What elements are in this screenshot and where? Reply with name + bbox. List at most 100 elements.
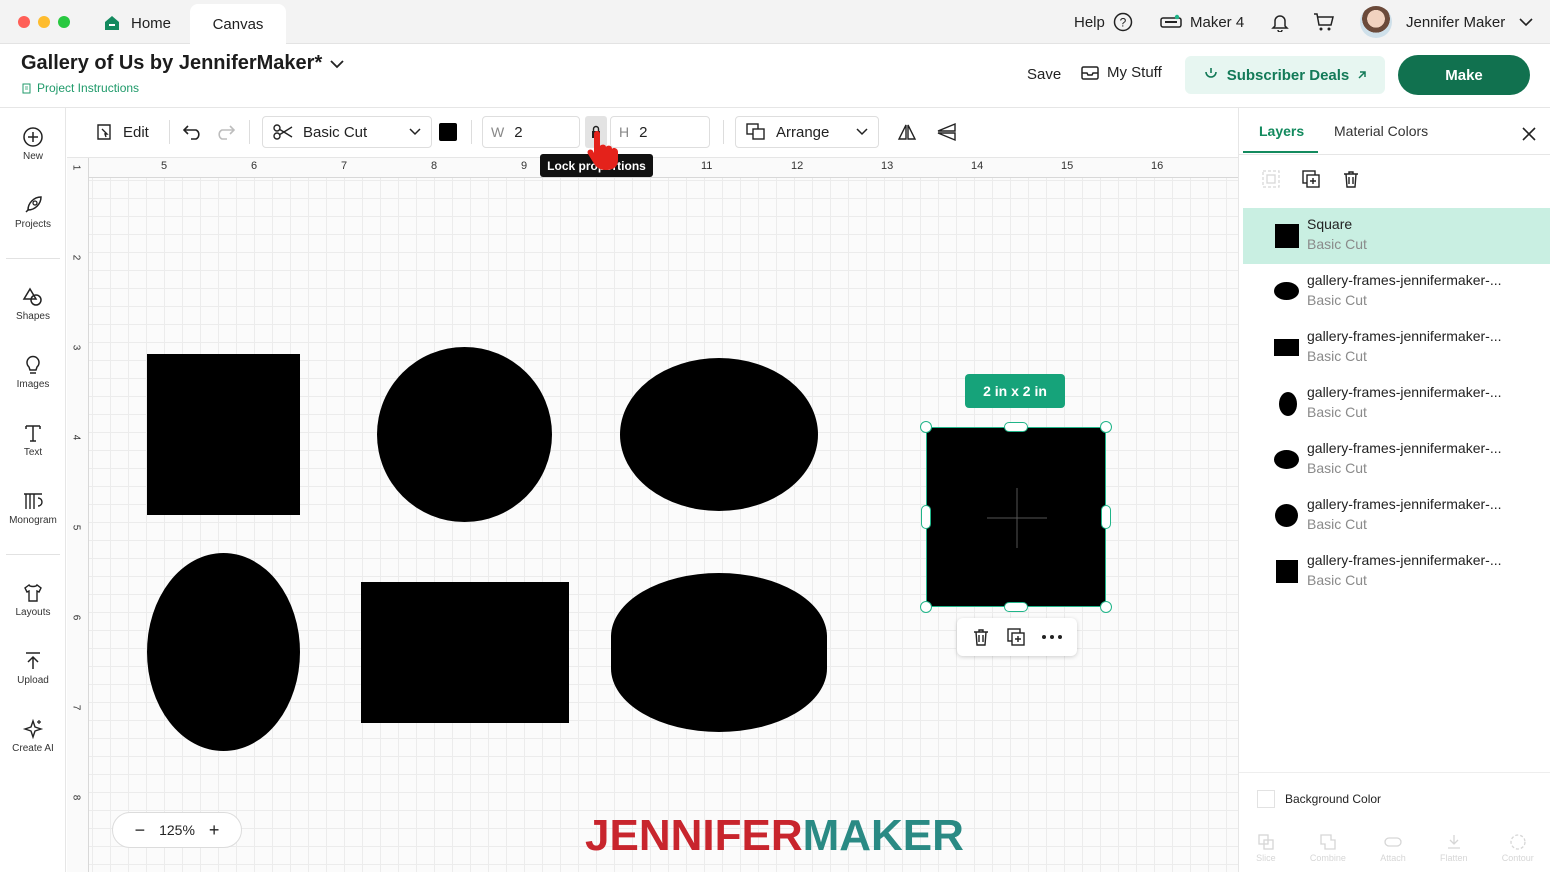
attach-button[interactable]: Attach [1380,833,1406,863]
project-instructions-label: Project Instructions [37,81,140,95]
notifications-button[interactable] [1270,0,1290,44]
layer-thumbnail [1274,339,1299,356]
resize-handle-top[interactable] [1004,422,1028,432]
layer-type: Basic Cut [1307,572,1367,588]
left-sidebar: New Projects Shapes Images Text Monogram… [0,108,66,872]
user-menu[interactable]: Jennifer Maker [1360,0,1533,44]
ruler-tick-label: 7 [70,704,82,711]
sidebar-item-text[interactable]: Text [0,422,66,478]
sidebar-item-upload[interactable]: Upload [0,650,66,706]
make-button[interactable]: Make [1398,55,1530,95]
layer-item[interactable]: gallery-frames-jennifermaker-... Basic C… [1243,432,1550,488]
circle-frame-shape[interactable] [377,347,552,522]
ruler-tick-label: 14 [971,160,984,172]
layer-item[interactable]: gallery-frames-jennifermaker-... Basic C… [1243,544,1550,600]
my-stuff-button[interactable]: My Stuff [1081,64,1162,81]
close-window-button[interactable] [18,16,30,28]
sidebar-item-new[interactable]: New [0,126,66,182]
layer-item[interactable]: gallery-frames-jennifermaker-... Basic C… [1243,376,1550,432]
project-title: Gallery of Us by JenniferMaker* [21,52,323,74]
project-instructions-link[interactable]: Project Instructions [22,81,139,95]
edit-label: Edit [123,123,149,141]
combine-button[interactable]: Combine [1310,833,1346,863]
subscriber-deals-button[interactable]: Subscriber Deals [1185,56,1385,94]
trash-icon[interactable] [971,627,991,647]
more-options-icon[interactable] [1041,634,1063,640]
layers-panel: Layers Material Colors Square Basic Cut … [1238,108,1550,872]
sidebar-item-layouts[interactable]: Layouts [0,582,66,638]
arrange-select[interactable]: Arrange [735,116,879,148]
duplicate-icon[interactable] [1301,169,1321,189]
tab-home[interactable]: Home [95,4,195,42]
rectangle-frame-shape[interactable] [361,582,569,723]
redo-button[interactable] [215,116,235,148]
background-color-toggle[interactable]: Background Color [1257,790,1381,808]
sidebar-item-images[interactable]: Images [0,354,66,410]
color-swatch[interactable] [439,116,457,148]
square-frame-shape[interactable] [147,354,300,515]
trash-icon[interactable] [1341,169,1361,189]
rounded-oval-frame-shape[interactable] [611,573,827,732]
wide-oval-frame-shape[interactable] [620,358,818,511]
tab-material-colors[interactable]: Material Colors [1334,123,1428,139]
tall-oval-frame-shape[interactable] [147,553,300,751]
panel-divider [1239,772,1550,773]
contour-button[interactable]: Contour [1502,833,1534,863]
ruler-vertical: 1 2 3 4 5 6 7 8 [67,158,89,872]
save-button[interactable]: Save [1027,66,1061,83]
sidebar-item-monogram[interactable]: Monogram [0,490,66,546]
zoom-in-button[interactable]: + [209,820,220,841]
cutting-machine-icon [1160,14,1182,28]
cart-button[interactable] [1313,0,1335,44]
help-button[interactable]: Help ? [1074,0,1133,44]
resize-handle-left[interactable] [921,505,931,529]
sidebar-label-create-ai: Create AI [12,743,54,754]
resize-handle-bottom-right[interactable] [1100,601,1112,613]
resize-handle-bottom-left[interactable] [920,601,932,613]
layer-item[interactable]: gallery-frames-jennifermaker-... Basic C… [1243,264,1550,320]
layer-item[interactable]: gallery-frames-jennifermaker-... Basic C… [1243,320,1550,376]
background-color-label: Background Color [1285,792,1382,806]
close-icon[interactable] [1521,126,1537,142]
undo-button[interactable] [183,116,203,148]
flatten-button[interactable]: Flatten [1440,833,1468,863]
chevron-down-icon [409,128,421,136]
sidebar-label-monogram: Monogram [9,515,57,526]
operation-select[interactable]: Basic Cut [262,116,432,148]
resize-handle-bottom[interactable] [1004,602,1028,612]
ruler-tick-label: 16 [1151,160,1164,172]
background-color-swatch[interactable] [1257,790,1275,808]
sidebar-item-projects[interactable]: Projects [0,194,66,250]
arrange-icon [746,123,765,140]
flip-vertical-button[interactable] [935,116,957,148]
sidebar-label-projects: Projects [14,219,52,230]
edit-button[interactable]: Edit [95,116,149,148]
sidebar-item-create-ai[interactable]: Create AI [0,718,66,774]
duplicate-icon[interactable] [1006,627,1026,647]
layer-item[interactable]: gallery-frames-jennifermaker-... Basic C… [1243,488,1550,544]
flip-horizontal-button[interactable] [897,116,917,148]
width-field[interactable]: W 2 [482,116,580,148]
machine-selector[interactable]: Maker 4 [1160,0,1244,44]
sidebar-divider [6,258,60,259]
group-icon[interactable] [1261,169,1281,189]
resize-handle-right[interactable] [1101,505,1111,529]
tab-layers[interactable]: Layers [1259,123,1304,139]
ruler-tick-label: 7 [341,160,348,172]
maximize-window-button[interactable] [58,16,70,28]
layer-item[interactable]: Square Basic Cut [1243,208,1550,264]
sidebar-item-shapes[interactable]: Shapes [0,286,66,342]
slice-button[interactable]: Slice [1256,833,1276,863]
active-tab-indicator [1243,151,1318,153]
resize-handle-top-right[interactable] [1100,421,1112,433]
plus-circle-icon [23,127,43,147]
height-field[interactable]: H 2 [610,116,710,148]
project-title-menu[interactable]: Gallery of Us by JenniferMaker* [21,52,344,75]
resize-handle-top-left[interactable] [920,421,932,433]
sparkle-icon [22,718,44,740]
zoom-out-button[interactable]: − [135,820,146,841]
crosshair-icon [987,488,1047,548]
upload-icon [26,652,40,669]
tab-canvas[interactable]: Canvas [190,4,286,44]
minimize-window-button[interactable] [38,16,50,28]
